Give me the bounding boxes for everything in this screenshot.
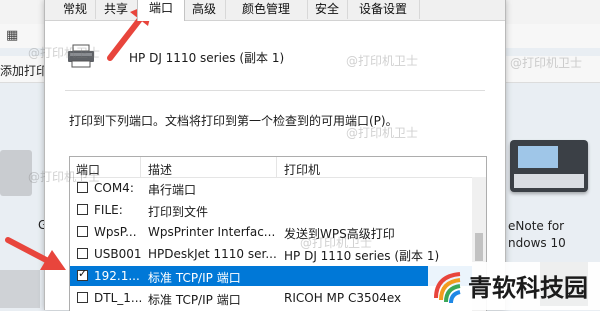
tab-security[interactable]: 安全 xyxy=(307,0,348,19)
tab-advanced[interactable]: 高级 xyxy=(183,0,226,19)
column-header-printer[interactable]: 打印机 xyxy=(284,161,320,178)
watermark: @打印机卫士 xyxy=(510,56,583,70)
port-cell-description: 标准 TCP/IP 端口 xyxy=(148,271,241,285)
port-checkbox[interactable] xyxy=(77,292,88,303)
port-checkbox[interactable] xyxy=(77,226,88,237)
tab-ports[interactable]: 端口 xyxy=(137,0,185,21)
port-row[interactable]: COM4: 串行端口 xyxy=(70,178,472,198)
port-row[interactable]: USB001 HPDeskJet 1110 ser... HP DJ 1110 se… xyxy=(70,244,472,264)
port-cell-description: 串行端口 xyxy=(148,183,197,197)
port-row[interactable]: DTL_1... 标准 TCP/IP 端口 RICOH MP C3504ex xyxy=(70,288,472,308)
annotation-arrow xyxy=(5,237,66,270)
port-checkbox[interactable] xyxy=(77,248,88,259)
port-cell-port: FILE: xyxy=(94,203,123,217)
port-checkbox[interactable] xyxy=(77,204,88,215)
port-cell-description: HPDeskJet 1110 ser... xyxy=(148,247,277,261)
column-header-description[interactable]: 描述 xyxy=(148,161,172,178)
port-list[interactable]: 端口 描述 打印机 COM4: 串行端口 FILE: 打印到文件 WpsP... WpsP… xyxy=(69,156,487,311)
brand-logo: 青软科技园 xyxy=(428,262,600,310)
brand-name: 青软科技园 xyxy=(468,274,588,302)
divider xyxy=(65,90,485,91)
watermark: @打印机卫士 xyxy=(346,126,419,140)
watermark: @打印机卫士 xyxy=(300,236,373,250)
port-cell-description: 打印到文件 xyxy=(148,205,209,219)
folder-icon[interactable]: ▦ xyxy=(6,28,18,43)
port-checkbox[interactable] xyxy=(77,267,88,281)
port-list-header: 端口 描述 打印机 xyxy=(70,157,486,178)
tab-color-management[interactable]: 颜色管理 xyxy=(225,0,308,19)
watermark: @打印机卫士 xyxy=(28,170,101,184)
watermark: @打印机卫士 xyxy=(28,46,101,60)
port-row[interactable]: FILE: 打印到文件 xyxy=(70,200,472,220)
port-cell-printer: RICOH MP C3504ex xyxy=(284,291,402,305)
port-cell-port: 192.1... xyxy=(94,269,140,283)
add-printer-link[interactable]: 添加打印 xyxy=(0,62,48,79)
port-row[interactable]: 192.1... 标准 TCP/IP 端口 xyxy=(70,266,472,286)
port-cell-port: DTL_1... xyxy=(94,291,143,305)
port-cell-port: USB001 xyxy=(94,247,142,261)
device-label: eNote for ndows 10 xyxy=(508,219,566,250)
onenote-printer-icon[interactable] xyxy=(510,140,588,192)
port-cell-port: WpsP... xyxy=(94,225,137,239)
scrollbar-thumb[interactable] xyxy=(475,233,483,261)
watermark: @打印机卫士 xyxy=(346,54,419,68)
port-cell-description: WpsPrinter Interfac... xyxy=(148,225,276,239)
tab-general[interactable]: 常规 xyxy=(55,0,96,19)
port-row[interactable]: WpsP... WpsPrinter Interfac... 发送到WPS高级打印 xyxy=(70,222,472,242)
brand-logo-icon xyxy=(434,272,461,304)
port-cell-description: 标准 TCP/IP 端口 xyxy=(148,293,241,307)
tab-device-settings[interactable]: 设备设置 xyxy=(347,0,420,19)
